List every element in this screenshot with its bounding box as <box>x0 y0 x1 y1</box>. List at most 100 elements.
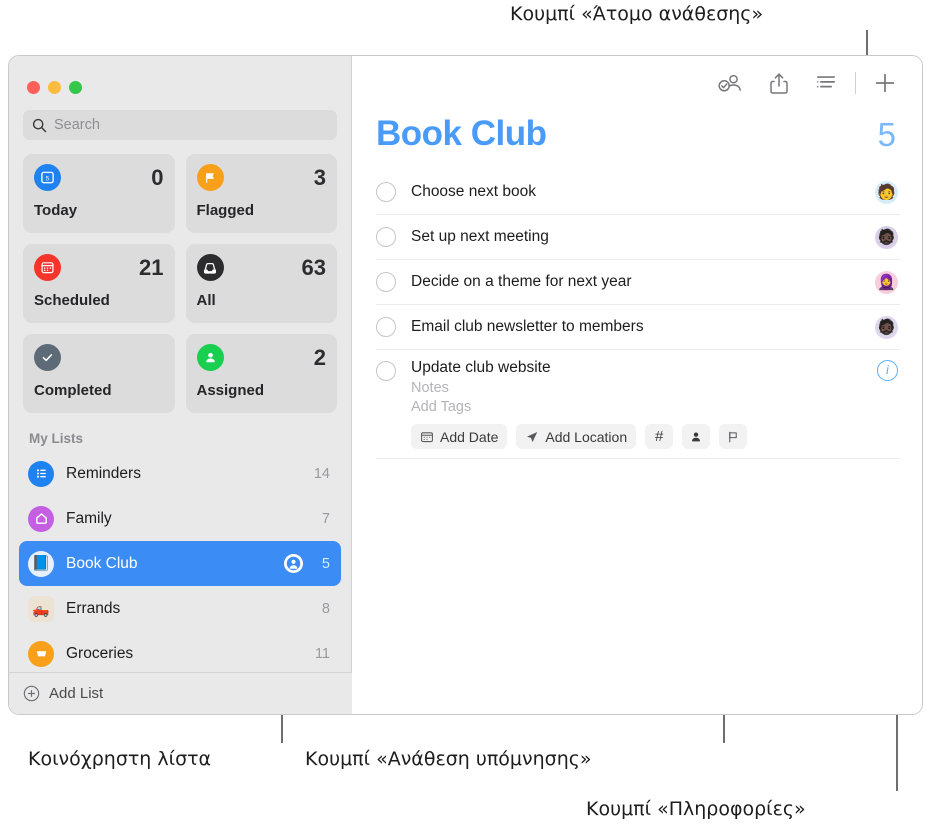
sidebar-item-book-club[interactable]: 📘 Book Club 5 <box>19 541 341 586</box>
add-tag-button[interactable]: # <box>645 424 674 449</box>
list-name: Reminders <box>66 464 141 482</box>
tile-scheduled[interactable]: 21 Scheduled <box>23 244 175 323</box>
sidebar: Search 5 0 Today 3 Flagged 21 Scheduled … <box>9 56 352 714</box>
main-panel: Book Club 5 Choose next book 🧑 Set up ne… <box>352 56 922 714</box>
my-lists-header: My Lists <box>29 431 84 446</box>
list-bullet-icon <box>28 460 54 487</box>
tags-field[interactable]: Add Tags <box>411 399 862 415</box>
tile-completed[interactable]: Completed <box>23 334 175 413</box>
complete-circle-icon[interactable] <box>376 227 396 247</box>
reminder-title: Update club website <box>411 359 551 376</box>
person-icon <box>689 430 703 444</box>
add-reminder-button[interactable] <box>874 72 896 94</box>
plus-circle-icon <box>23 685 40 702</box>
hash-icon: # <box>654 428 664 445</box>
sidebar-item-reminders[interactable]: Reminders 14 <box>19 451 341 496</box>
tile-all[interactable]: 63 All <box>185 244 337 323</box>
annotation-shared-list: Κοινόχρηστη λίστα <box>28 748 212 770</box>
avatar[interactable]: 🧕 <box>875 270 898 294</box>
flag-button[interactable] <box>719 424 748 449</box>
tile-label: Scheduled <box>34 292 110 309</box>
chip-label: Add Location <box>545 428 628 445</box>
tile-count: 21 <box>139 254 164 280</box>
shared-list-icon[interactable] <box>283 554 303 573</box>
add-list-button[interactable]: Add List <box>9 672 352 714</box>
tile-count: 63 <box>301 254 326 280</box>
share-button[interactable] <box>769 72 789 95</box>
add-date-button[interactable]: Add Date <box>411 424 508 449</box>
add-location-button[interactable]: Add Location <box>516 424 637 449</box>
flag-icon <box>726 430 740 444</box>
add-list-label: Add List <box>49 685 104 702</box>
search-icon <box>32 118 47 133</box>
list-name: Family <box>66 509 112 527</box>
table-row-expanded[interactable]: Update club website Notes Add Tags Add D… <box>376 350 900 459</box>
tile-flagged[interactable]: 3 Flagged <box>185 154 337 233</box>
checkmark-icon <box>34 344 61 371</box>
search-input[interactable]: Search <box>23 110 337 140</box>
truck-icon: 🛻 <box>28 595 54 622</box>
cart-icon <box>28 640 54 667</box>
tile-count: 0 <box>151 164 164 190</box>
tile-today[interactable]: 5 0 Today <box>23 154 175 233</box>
list-name: Errands <box>66 599 121 617</box>
annotation-assign-reminder-button: Κουμπί «Ανάθεση υπόμνησης» <box>305 748 592 770</box>
toolbar <box>376 56 900 110</box>
person-icon <box>196 344 224 371</box>
search-placeholder: Search <box>54 117 100 133</box>
reminder-action-chips: Add Date Add Location # <box>411 424 862 449</box>
sidebar-item-family[interactable]: Family 7 <box>19 496 341 541</box>
tile-label: All <box>196 292 216 309</box>
sidebar-item-errands[interactable]: 🛻 Errands 8 <box>19 586 341 631</box>
tile-label: Flagged <box>196 202 255 219</box>
table-row[interactable]: Decide on a theme for next year 🧕 <box>376 260 900 305</box>
tile-count: 2 <box>313 344 326 370</box>
complete-circle-icon[interactable] <box>376 182 396 202</box>
calendar-icon <box>420 430 434 444</box>
annotation-assignee-button: Κουμπί «Άτομο ανάθεσης» <box>510 3 764 25</box>
house-icon <box>28 505 54 532</box>
minimize-button[interactable] <box>48 81 61 94</box>
table-row[interactable]: Choose next book 🧑 <box>376 170 900 215</box>
screenshot-root: Κουμπί «Άτομο ανάθεσης» Κοινόχρηστη λίστ… <box>0 0 931 835</box>
search-container: Search <box>9 110 351 140</box>
complete-circle-icon[interactable] <box>376 272 396 292</box>
list-name: Groceries <box>66 644 134 662</box>
avatar[interactable]: 🧔🏿 <box>875 225 898 249</box>
complete-circle-icon[interactable] <box>376 317 396 337</box>
reminder-detail: Update club website Notes Add Tags Add D… <box>411 359 862 449</box>
calendar-icon <box>34 254 61 281</box>
complete-circle-icon[interactable] <box>376 361 396 381</box>
assign-reminder-button[interactable] <box>682 424 711 449</box>
list-count: 14 <box>313 465 330 482</box>
list-count: 11 <box>314 645 330 662</box>
flag-icon <box>196 164 224 191</box>
page-title: Book Club <box>376 114 547 153</box>
smart-list-tiles: 5 0 Today 3 Flagged 21 Scheduled 63 All … <box>9 140 351 413</box>
table-row[interactable]: Set up next meeting 🧔🏿 <box>376 215 900 260</box>
list-count: 5 <box>321 555 330 572</box>
maximize-button[interactable] <box>69 81 82 94</box>
close-button[interactable] <box>27 81 40 94</box>
tile-assigned[interactable]: 2 Assigned <box>185 334 337 413</box>
tile-label: Assigned <box>196 382 265 399</box>
tile-label: Completed <box>34 382 112 399</box>
assignee-button[interactable] <box>717 72 743 94</box>
list-header: Book Club 5 <box>376 110 900 170</box>
sidebar-item-groceries[interactable]: Groceries 11 <box>19 631 341 676</box>
tile-label: Today <box>34 202 78 219</box>
book-icon: 📘 <box>28 550 54 577</box>
list-count: 8 <box>321 600 330 617</box>
view-options-button[interactable] <box>815 74 837 92</box>
list-count: 7 <box>321 510 330 527</box>
calendar-day-icon: 5 <box>34 164 61 191</box>
notes-field[interactable]: Notes <box>411 380 862 396</box>
avatar[interactable]: 🧑 <box>875 180 898 204</box>
reminder-title: Email club newsletter to members <box>411 318 644 335</box>
info-button[interactable]: i <box>877 360 898 381</box>
table-row[interactable]: Email club newsletter to members 🧔🏿 <box>376 305 900 350</box>
reminder-title: Choose next book <box>411 183 536 200</box>
avatar[interactable]: 🧔🏿 <box>875 315 898 339</box>
svg-text:5: 5 <box>46 175 50 182</box>
toolbar-divider <box>855 72 856 94</box>
